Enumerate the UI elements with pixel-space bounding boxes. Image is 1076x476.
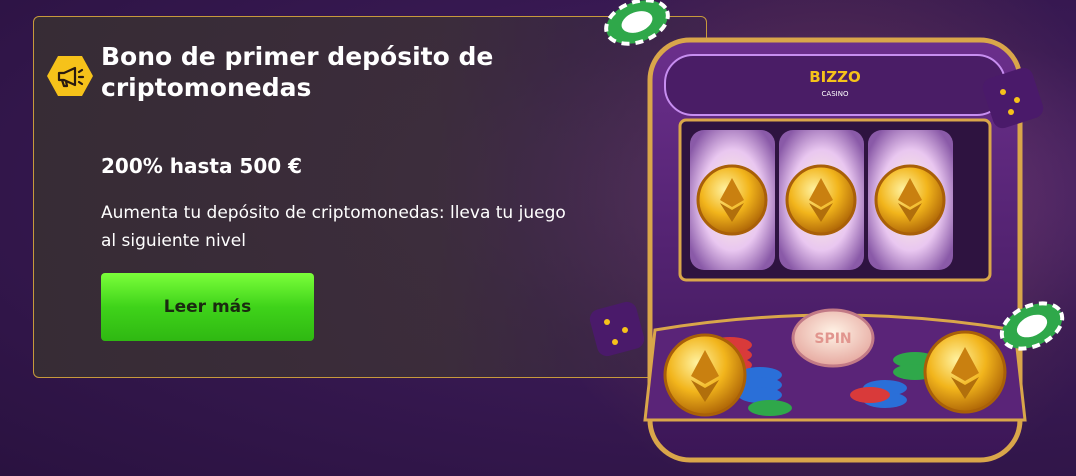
promo-amount: 200% hasta 500 € (101, 154, 303, 178)
ethereum-coin-icon (663, 333, 747, 417)
promo-description: Aumenta tu depósito de criptomonedas: ll… (101, 203, 566, 251)
reel-3 (868, 130, 953, 270)
poker-chip-icon (604, 0, 670, 46)
ethereum-coin-icon (923, 330, 1007, 414)
reel-2 (779, 130, 864, 270)
promo-title: Bono de primer depósito de criptomonedas (101, 42, 494, 102)
reel-1 (690, 130, 775, 270)
slot-machine-illustration: BIZZO CASINO SPIN (589, 0, 1065, 463)
brand-sub: CASINO (822, 90, 849, 98)
spin-label: SPIN (814, 331, 851, 347)
megaphone-icon (47, 56, 93, 96)
read-more-button[interactable]: Leer más (101, 273, 314, 341)
brand-logo: BIZZO (809, 68, 861, 86)
dice-icon (589, 301, 645, 357)
